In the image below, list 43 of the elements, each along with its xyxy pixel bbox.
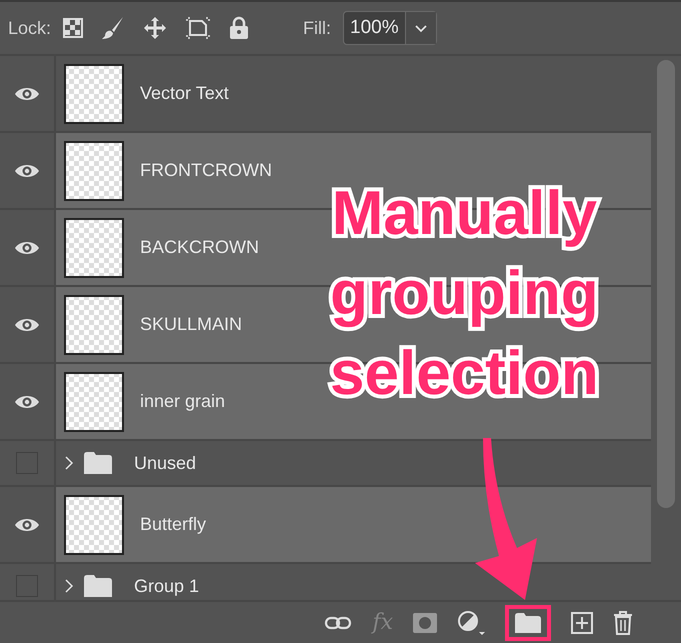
layer-row[interactable]: Group 1: [56, 564, 651, 600]
mask-icon[interactable]: [413, 612, 437, 632]
eye-icon[interactable]: [14, 86, 40, 102]
layer-thumbnail: [64, 140, 124, 200]
layer-row[interactable]: Butterfly: [56, 487, 651, 562]
chevron-right-icon[interactable]: [64, 578, 74, 594]
artboard-icon[interactable]: [185, 16, 212, 40]
layer-name: BACKCROWN: [140, 237, 260, 258]
layer-name: Vector Text: [140, 83, 229, 104]
fill-label: Fill:: [303, 18, 332, 38]
layer-name: SKULLMAIN: [140, 314, 242, 335]
folder-icon: [84, 452, 112, 474]
move-icon[interactable]: [143, 16, 168, 40]
layer-thumbnail: [64, 64, 124, 124]
layer-row[interactable]: Vector Text: [56, 56, 651, 131]
layer-thumbnail: [64, 494, 124, 554]
layer-name: Butterfly: [140, 514, 206, 535]
fill-dropdown[interactable]: 100%: [343, 11, 437, 45]
layer-name: Unused: [134, 452, 196, 474]
layer-row[interactable]: Unused: [56, 441, 651, 485]
folder-icon[interactable]: [515, 612, 541, 632]
lock-label: Lock:: [8, 18, 52, 38]
scrollbar-thumb[interactable]: [657, 60, 675, 508]
eye-icon[interactable]: [14, 240, 40, 256]
chevron-down-icon: [414, 23, 428, 33]
eye-icon[interactable]: [14, 162, 40, 178]
lock-icon[interactable]: [229, 16, 250, 40]
layer-thumbnail: [64, 372, 124, 432]
layer-name: FRONTCROWN: [140, 160, 272, 181]
half-circle-icon[interactable]: [457, 610, 485, 636]
eye-icon[interactable]: [14, 516, 40, 532]
folder-icon: [84, 575, 112, 597]
layer-name: inner grain: [140, 391, 226, 412]
layer-thumbnail: [64, 218, 124, 278]
layer-name: Group 1: [134, 576, 200, 596]
chevron-right-icon[interactable]: [64, 455, 74, 471]
eye-icon[interactable]: [14, 394, 40, 410]
eye-icon[interactable]: [14, 316, 40, 332]
new-layer-icon[interactable]: [571, 612, 593, 634]
layer-thumbnail: [64, 294, 124, 354]
link-icon[interactable]: [324, 614, 352, 630]
checkerboard-icon[interactable]: [63, 18, 84, 38]
trash-icon[interactable]: [613, 610, 633, 634]
